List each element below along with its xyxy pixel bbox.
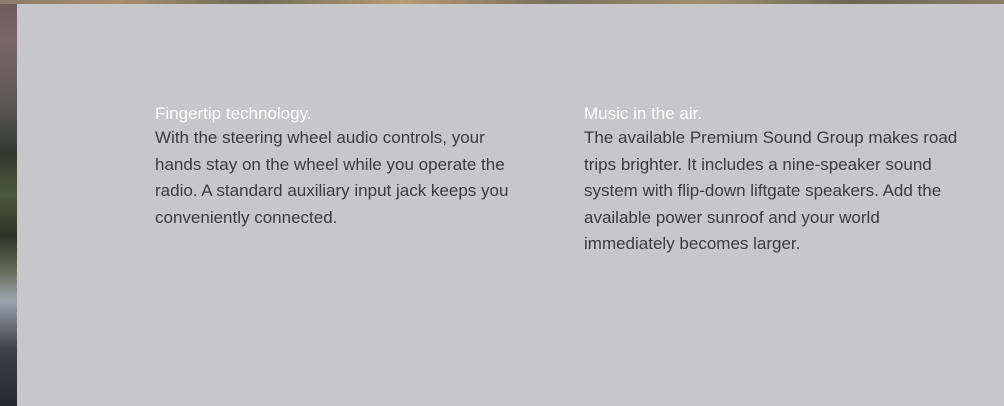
section-heading: Fingertip technology. [155, 104, 312, 123]
feature-section-fingertip: Fingertip technology. With the steering … [155, 102, 525, 231]
section-body: With the steering wheel audio controls, … [155, 128, 509, 227]
section-body: The available Premium Sound Group makes … [584, 128, 958, 253]
feature-section-music: Music in the air. The available Premium … [584, 102, 964, 258]
section-heading: Music in the air. [584, 104, 703, 123]
